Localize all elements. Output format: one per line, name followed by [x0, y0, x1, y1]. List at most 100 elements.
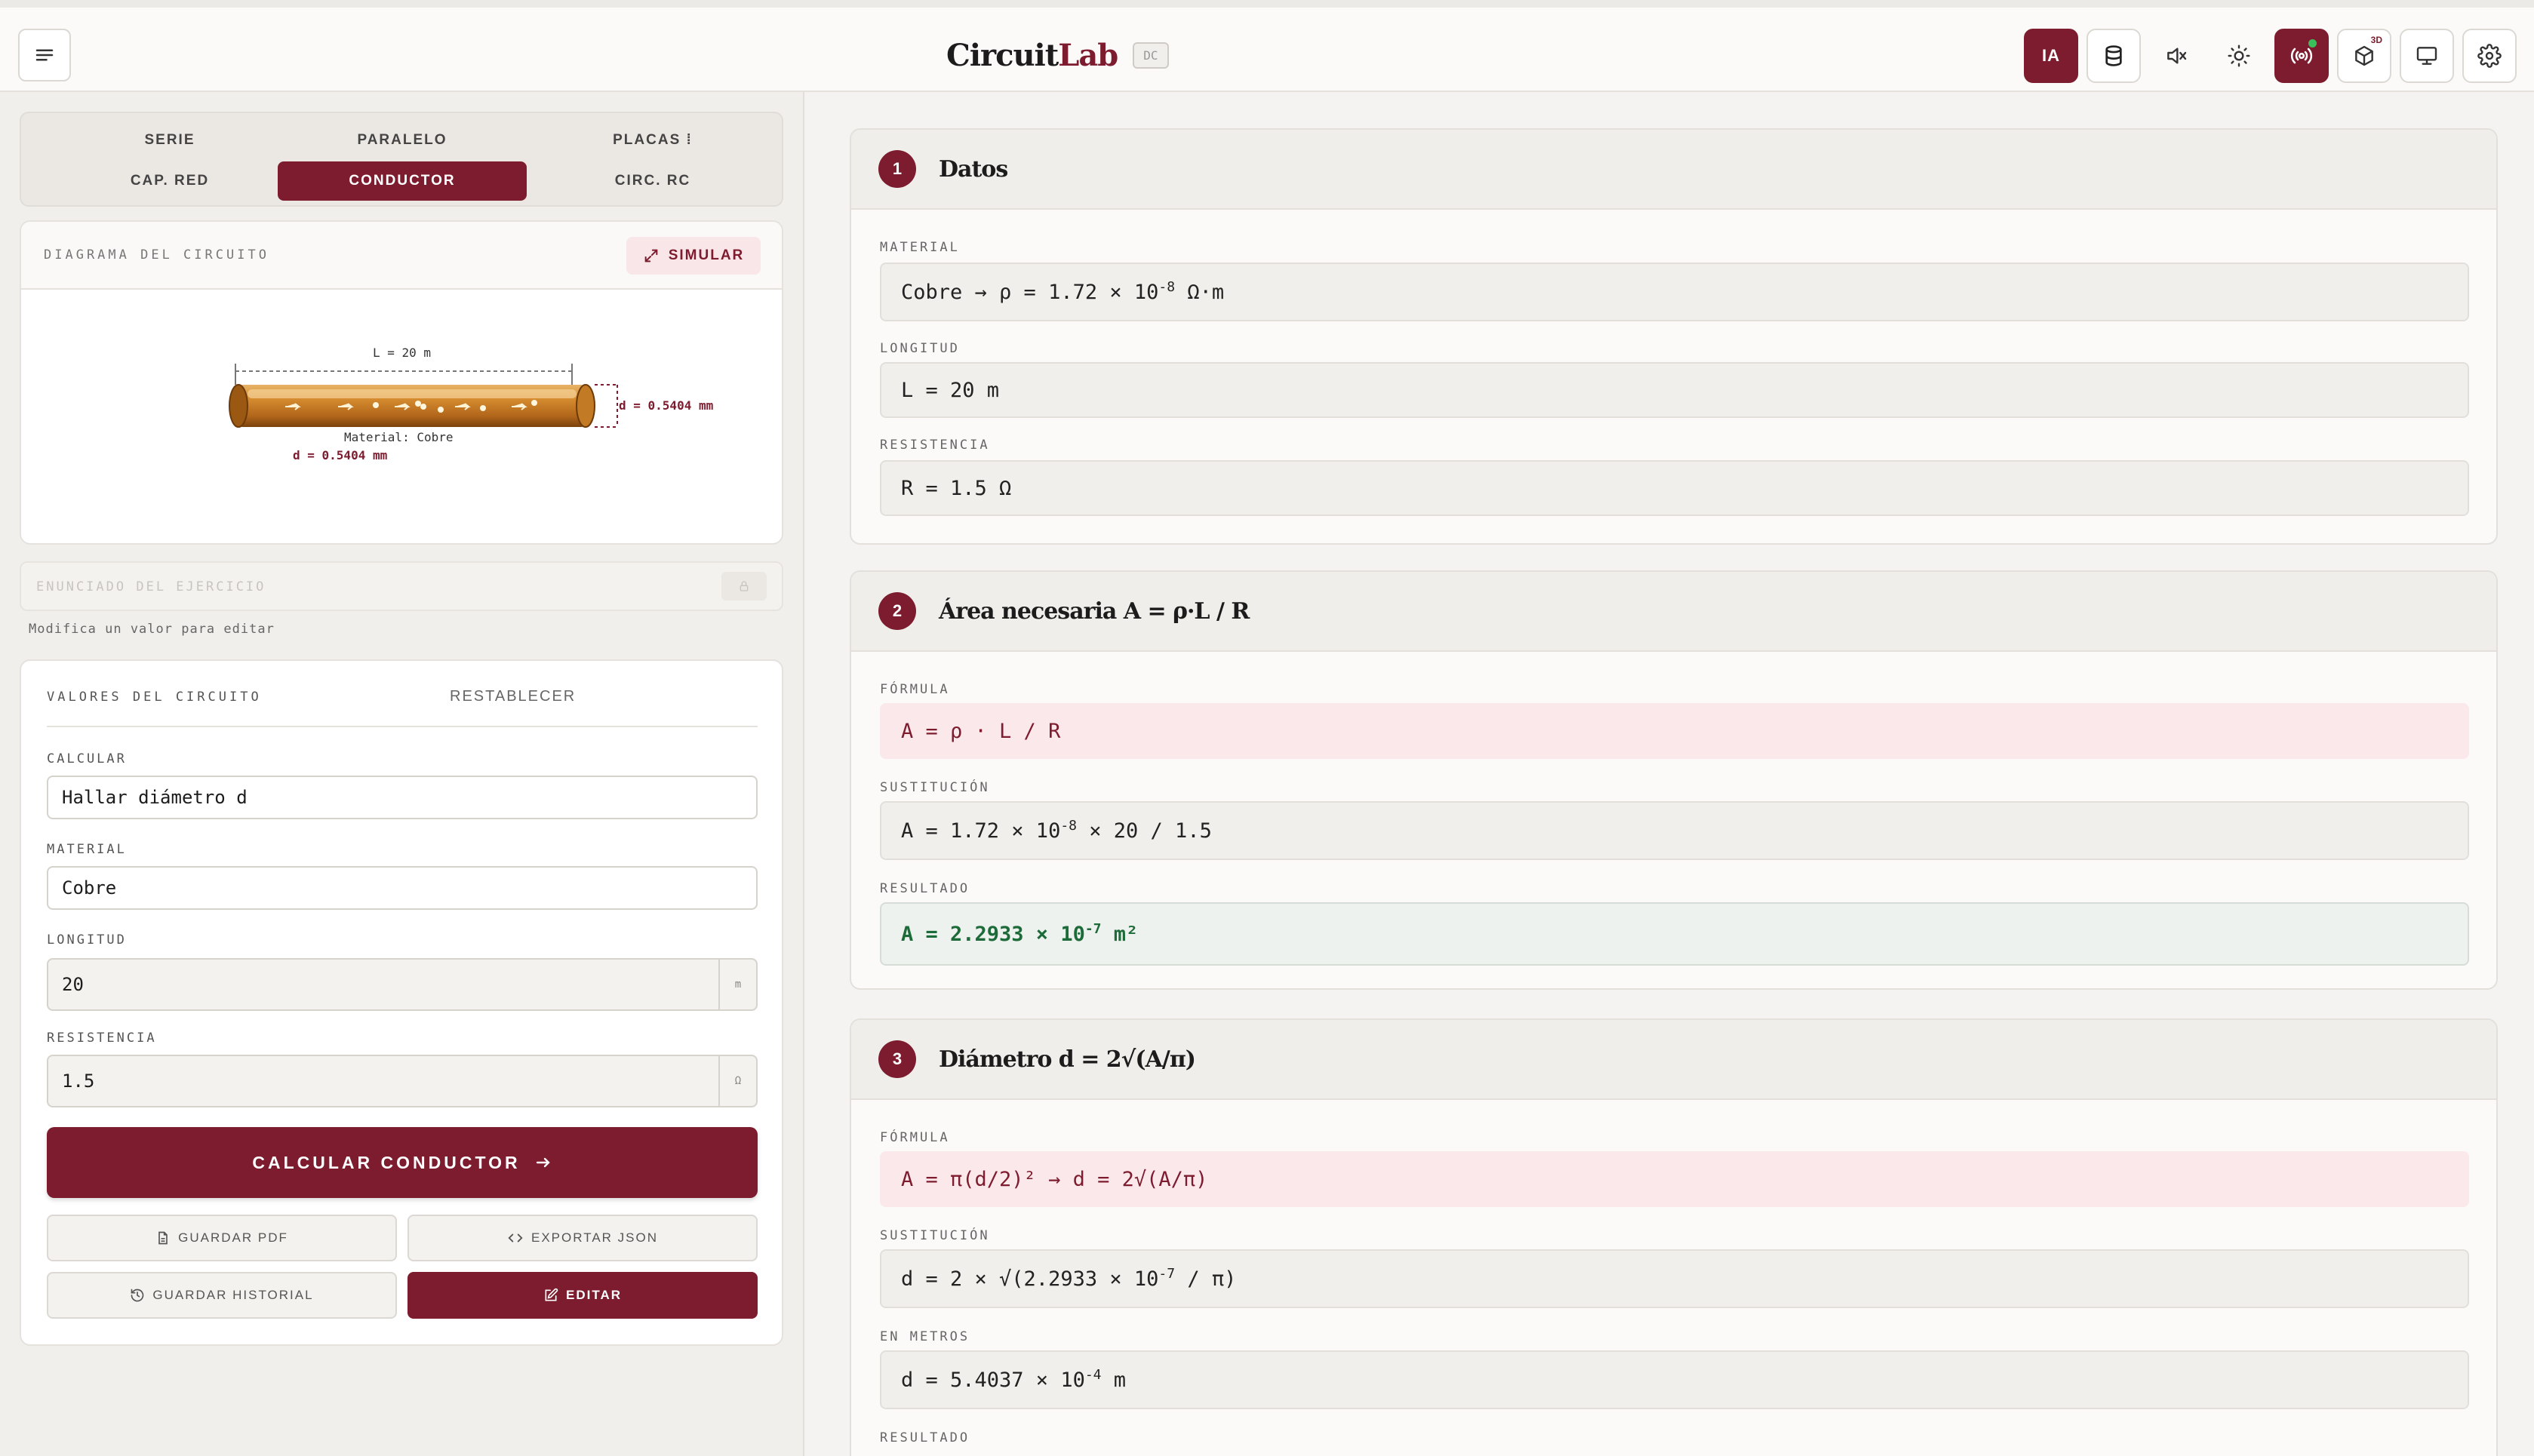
calculate-conductor-button[interactable]: CALCULAR CONDUCTOR — [47, 1127, 758, 1198]
material-label: MATERIAL — [880, 240, 960, 255]
resistance-label: RESISTENCIA — [880, 438, 990, 453]
diagram-header: DIAGRAMA DEL CIRCUITO SIMULAR — [21, 222, 782, 290]
meters-base: d = 5.4037 × 10 — [901, 1368, 1085, 1392]
statement-field[interactable]: ENUNCIADO DEL EJERCICIO — [20, 561, 783, 611]
result-exponent: -7 — [1084, 920, 1102, 937]
resistance-input[interactable]: 1.5 Ω — [47, 1055, 758, 1107]
menu-button[interactable] — [18, 29, 71, 81]
material-select[interactable]: Cobre — [47, 866, 758, 910]
diameter-result-caption: d = 0.5404 mm — [293, 448, 388, 462]
material-exponent: -8 — [1158, 278, 1176, 295]
result-label: RESULTADO — [880, 881, 970, 896]
present-button[interactable] — [2400, 29, 2454, 83]
step-card-3: 3 Diámetro d = 2√(A/π) FÓRMULA A = π(d/2… — [850, 1018, 2498, 1456]
view-3d-button[interactable]: 3D — [2337, 29, 2391, 83]
result-unit: m² — [1101, 922, 1139, 946]
substitution-box: d = 2 × √(2.2933 × 10-7 / π) — [880, 1249, 2469, 1308]
resistance-box: R = 1.5 Ω — [880, 460, 2469, 516]
length-box: L = 20 m — [880, 362, 2469, 418]
save-history-button[interactable]: GUARDAR HISTORIAL — [47, 1272, 397, 1319]
material-box: Cobre → ρ = 1.72 × 10-8 Ω·m — [880, 263, 2469, 321]
edit-label: EDITAR — [565, 1288, 622, 1302]
result-box: A = 2.2933 × 10-7 m² — [880, 902, 2469, 966]
step-number: 2 — [878, 592, 916, 630]
solution-panel: 1 Datos MATERIAL Cobre → ρ = 1.72 × 10-8… — [806, 92, 2534, 1456]
sound-button[interactable] — [2149, 29, 2203, 83]
export-json-label: EXPORTAR JSON — [530, 1230, 658, 1245]
tab-paralelo[interactable]: PARALELO — [278, 121, 527, 160]
step-number: 3 — [878, 1040, 916, 1078]
monitor-icon — [2415, 44, 2439, 68]
file-icon — [155, 1230, 171, 1246]
calc-value: Hallar diámetro d — [62, 787, 248, 808]
edit-button[interactable]: EDITAR — [407, 1272, 758, 1319]
diagram-title: DIAGRAMA DEL CIRCUITO — [44, 247, 269, 263]
ai-icon: IA — [2042, 46, 2060, 65]
length-label: LONGITUD — [47, 932, 127, 948]
statement-placeholder: ENUNCIADO DEL EJERCICIO — [36, 579, 266, 594]
tab-placas[interactable]: PLACAS ⁞ — [528, 121, 777, 160]
calculate-label: CALCULAR CONDUCTOR — [252, 1152, 521, 1172]
database-button[interactable] — [2087, 29, 2141, 83]
length-input[interactable]: 20 m — [47, 958, 758, 1011]
export-json-button[interactable]: EXPORTAR JSON — [407, 1215, 758, 1261]
step-title: Datos — [939, 155, 1008, 183]
length-dimension-label: L = 20 m — [373, 346, 432, 360]
substitution-rest: / π) — [1175, 1267, 1237, 1291]
formula-box: A = π(d/2)² → d = 2√(A/π) — [880, 1151, 2469, 1207]
settings-button[interactable] — [2462, 29, 2517, 83]
menu-icon — [33, 44, 56, 66]
material-value: Cobre — [62, 877, 117, 898]
save-pdf-button[interactable]: GUARDAR PDF — [47, 1215, 397, 1261]
formula-text: A = π(d/2)² → d = 2√(A/π) — [901, 1167, 1208, 1191]
values-title: VALORES DEL CIRCUITO — [47, 690, 262, 705]
meters-label: EN METROS — [880, 1329, 970, 1344]
tab-serie[interactable]: SERIE — [45, 121, 294, 160]
edit-icon — [543, 1288, 558, 1303]
sun-icon — [2227, 44, 2251, 68]
expand-icon — [643, 247, 660, 264]
save-history-label: GUARDAR HISTORIAL — [152, 1288, 314, 1302]
reset-button[interactable]: RESTABLECER — [450, 688, 576, 705]
ai-button[interactable]: IA — [2024, 29, 2078, 83]
substitution-exponent: -8 — [1060, 817, 1078, 834]
tab-conductor[interactable]: CONDUCTOR — [278, 161, 527, 201]
step-1-header: 1 Datos — [851, 130, 2496, 210]
simulate-label: SIMULAR — [668, 247, 745, 263]
theme-button[interactable] — [2212, 29, 2266, 83]
formula-label: FÓRMULA — [880, 682, 950, 697]
material-text: Cobre → ρ = 1.72 × 10-8 Ω·m — [901, 278, 1225, 304]
resistance-label: RESISTENCIA — [47, 1031, 157, 1046]
database-icon — [2102, 44, 2126, 68]
length-unit: m — [718, 960, 756, 1009]
calc-label: CALCULAR — [47, 751, 127, 766]
resistance-unit: Ω — [718, 1056, 756, 1106]
tab-cap-red[interactable]: CAP. RED — [45, 161, 294, 201]
badge-3d: 3D — [2370, 35, 2382, 45]
brand-name-primary: Circuit — [946, 37, 1059, 73]
live-button[interactable] — [2274, 29, 2329, 83]
circuit-type-tabs: SERIE PARALELO PLACAS ⁞ CAP. RED CONDUCT… — [20, 112, 783, 207]
formula-label: FÓRMULA — [880, 1130, 950, 1145]
substitution-text: A = 1.72 × 10-8 × 20 / 1.5 — [901, 819, 1212, 843]
tab-circ-rc[interactable]: CIRC. RC — [528, 161, 777, 201]
diameter-dimension-label: d = 0.5404 mm — [619, 398, 714, 413]
formula-box: A = ρ · L / R — [880, 703, 2469, 759]
brand-name-accent: Lab — [1058, 37, 1118, 73]
meters-text: d = 5.4037 × 10-4 m — [901, 1368, 1126, 1392]
simulate-button[interactable]: SIMULAR — [626, 237, 761, 275]
calc-select[interactable]: Hallar diámetro d — [47, 776, 758, 819]
top-bar: CircuitLab DC IA 3D — [0, 0, 2534, 92]
save-pdf-label: GUARDAR PDF — [178, 1230, 288, 1245]
substitution-box: A = 1.72 × 10-8 × 20 / 1.5 — [880, 801, 2469, 860]
mode-badge: DC — [1133, 41, 1169, 69]
arrow-right-icon — [534, 1153, 552, 1172]
material-base: Cobre → ρ = 1.72 × 10 — [901, 280, 1159, 304]
brand: CircuitLab DC — [946, 36, 1169, 74]
meters-box: d = 5.4037 × 10-4 m — [880, 1350, 2469, 1409]
material-unit: Ω·m — [1175, 280, 1225, 304]
step-card-2: 2 Área necesaria A = ρ·L / R FÓRMULA A =… — [850, 570, 2498, 990]
substitution-exponent: -7 — [1158, 1265, 1176, 1282]
step-title: Diámetro d = 2√(A/π) — [939, 1046, 1196, 1073]
result-label: RESULTADO — [880, 1430, 970, 1445]
